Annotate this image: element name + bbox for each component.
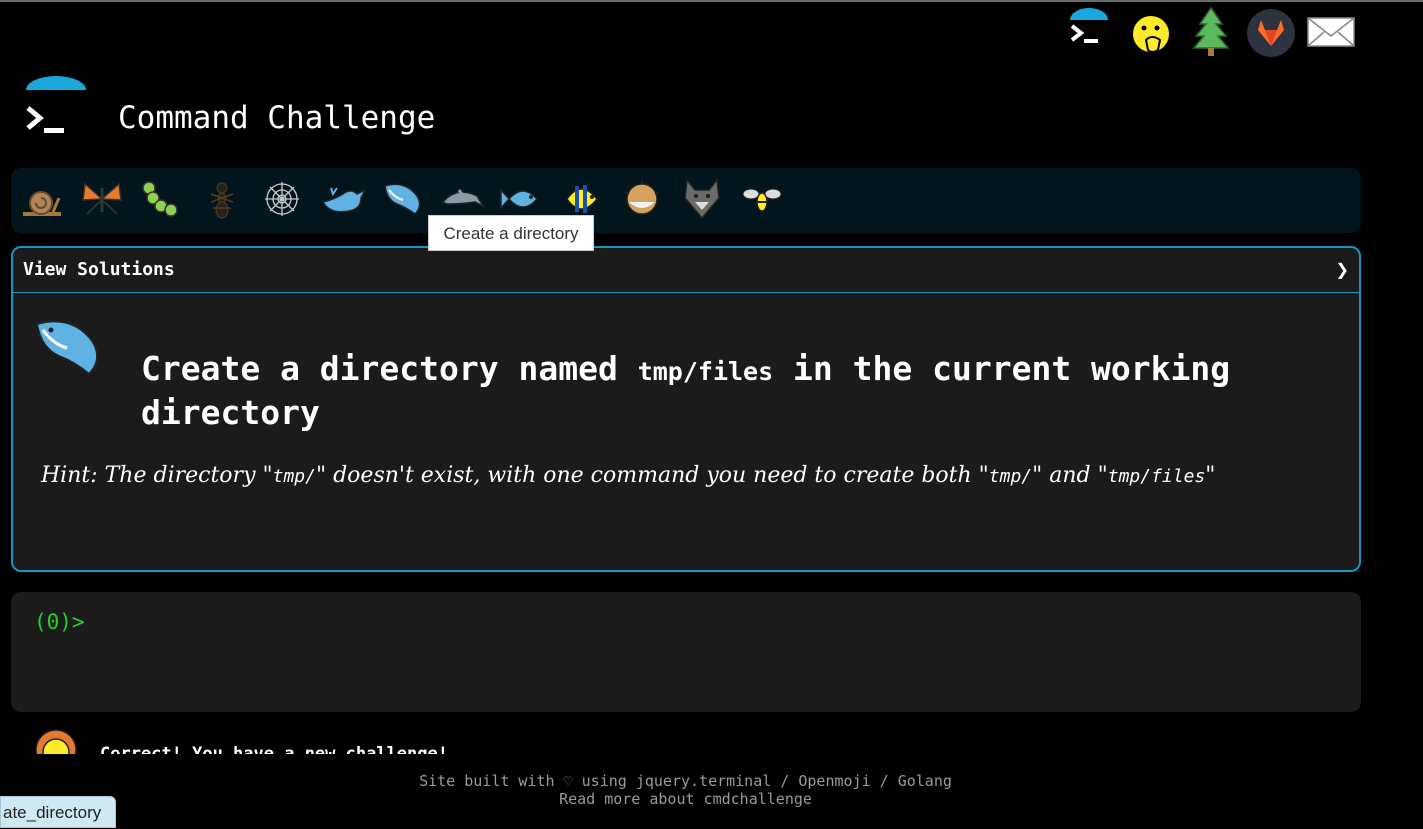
wolf-icon[interactable] bbox=[679, 176, 725, 222]
lion-face-icon bbox=[34, 728, 78, 754]
snail-icon[interactable] bbox=[19, 176, 65, 222]
terminal[interactable]: (0)> bbox=[11, 592, 1361, 712]
terminal-icon[interactable] bbox=[1062, 6, 1116, 60]
tree-icon[interactable] bbox=[1184, 6, 1238, 60]
feedback-message: Correct! You have a new challenge! bbox=[0, 722, 1423, 754]
caterpillar-icon[interactable] bbox=[139, 176, 185, 222]
challenge-title: Create a directory named tmp/files in th… bbox=[141, 349, 1231, 432]
footer-credits: Site built with ♡ using jquery.terminal … bbox=[419, 772, 952, 790]
gitlab-icon[interactable] bbox=[1244, 6, 1298, 60]
terminal-prompt: (0)> bbox=[34, 610, 85, 634]
site-title[interactable]: Command Challenge bbox=[118, 100, 435, 136]
spider-web-icon[interactable] bbox=[259, 176, 305, 222]
face-with-hand-over-mouth-icon[interactable] bbox=[1124, 6, 1178, 60]
feedback-text: Correct! You have a new challenge! bbox=[100, 744, 448, 754]
ant-icon[interactable] bbox=[199, 176, 245, 222]
top-nav-icons bbox=[1062, 6, 1362, 64]
orca-icon bbox=[29, 310, 105, 386]
bee-icon[interactable] bbox=[739, 176, 785, 222]
view-solutions-label[interactable]: View Solutions bbox=[23, 259, 175, 280]
envelope-icon[interactable] bbox=[1304, 6, 1358, 60]
orca-icon[interactable] bbox=[379, 176, 425, 222]
footer-about-link[interactable]: Read more about cmdchallenge bbox=[0, 790, 1371, 808]
whale-icon[interactable] bbox=[319, 176, 367, 222]
browser-status-url: ate_directory bbox=[0, 796, 116, 828]
logo-terminal-icon[interactable] bbox=[22, 76, 88, 140]
footer: Site built with ♡ using jquery.terminal … bbox=[0, 772, 1371, 808]
title-code: tmp/files bbox=[637, 357, 774, 386]
butterfly-icon[interactable] bbox=[79, 176, 125, 222]
chevron-right-icon[interactable]: ❯ bbox=[1336, 258, 1349, 283]
challenge-bar bbox=[11, 168, 1361, 233]
challenge-hint: Hint: The directory "tmp/" doesn't exist… bbox=[41, 463, 1216, 488]
browser-top-edge bbox=[0, 0, 1423, 2]
challenge-panel: View Solutions ❯ Create a directory name… bbox=[11, 246, 1361, 572]
blowfish-icon[interactable] bbox=[619, 176, 665, 222]
challenge-tooltip: Create a directory bbox=[428, 215, 594, 251]
view-solutions-toggle[interactable]: View Solutions ❯ bbox=[13, 248, 1359, 293]
